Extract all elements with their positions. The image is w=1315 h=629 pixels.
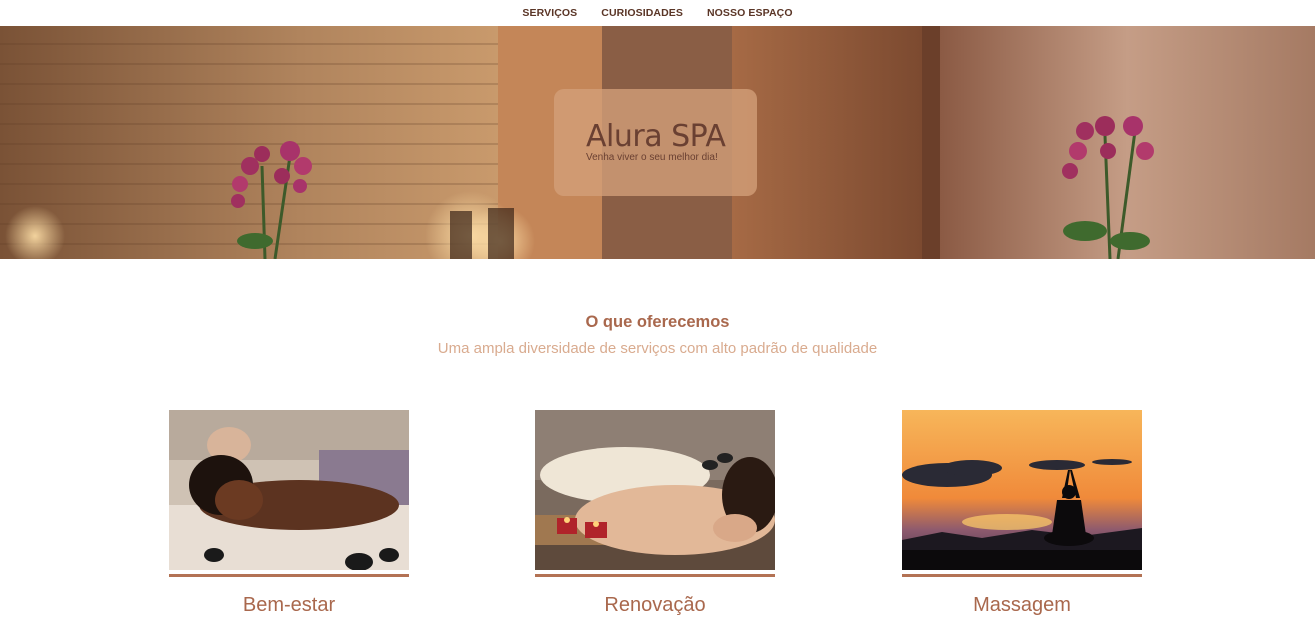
card-divider <box>535 574 775 577</box>
card-divider <box>902 574 1142 577</box>
renovacao-image <box>535 410 775 570</box>
service-card-massagem[interactable]: Massagem <box>902 410 1142 617</box>
services-title: O que oferecemos <box>585 313 730 331</box>
services-subtitle: Uma ampla diversidade de serviços com al… <box>437 340 878 357</box>
nav-link-curiosidades[interactable]: CURIOSIDADES <box>601 7 683 19</box>
nav-link-nosso-espaco[interactable]: NOSSO ESPAÇO <box>707 7 793 19</box>
hero-banner: Alura SPA Venha viver o seu melhor dia! <box>0 26 1315 259</box>
card-label-bem-estar: Bem-estar <box>242 594 336 616</box>
nav-link-servicos[interactable]: SERVIÇOS <box>522 7 577 19</box>
service-card-bem-estar[interactable]: Bem-estar <box>169 410 409 617</box>
card-label-renovacao: Renovação <box>604 594 706 616</box>
card-label-massagem: Massagem <box>973 594 1071 616</box>
massagem-image <box>902 410 1142 570</box>
bem-estar-image <box>169 410 409 570</box>
service-card-renovacao[interactable]: Renovação <box>535 410 775 617</box>
hero-title-card: Alura SPA Venha viver o seu melhor dia! <box>554 89 757 196</box>
top-navigation: SERVIÇOS CURIOSIDADES NOSSO ESPAÇO <box>0 0 1315 26</box>
hero-title: Alura SPA <box>586 119 726 154</box>
hero-subtitle: Venha viver o seu melhor dia! <box>586 152 718 163</box>
card-divider <box>169 574 409 577</box>
